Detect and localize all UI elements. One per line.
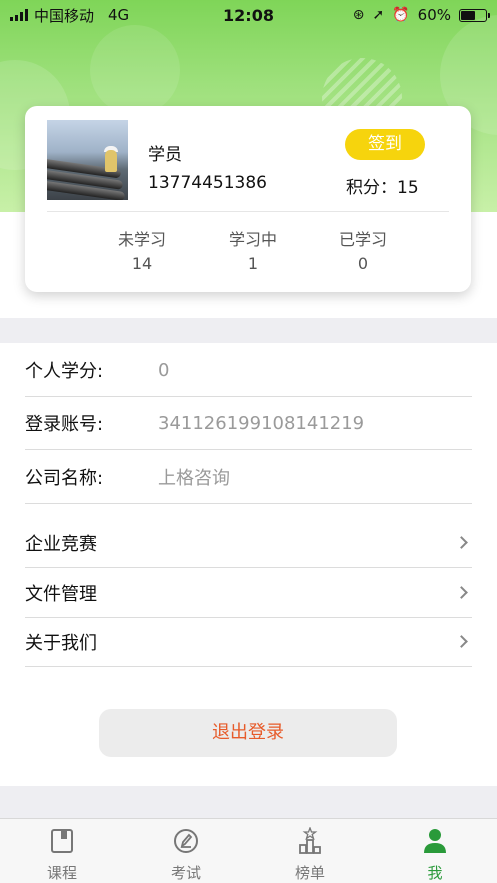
menu-item-competition[interactable]: 企业竞赛 <box>25 518 472 568</box>
orientation-lock-icon: ⊛ <box>352 7 365 23</box>
user-phone: 13774451386 <box>148 173 267 193</box>
menu-item-files[interactable]: 文件管理 <box>25 568 472 618</box>
tab-label: 我 <box>427 864 443 882</box>
stat-value: 1 <box>247 254 259 273</box>
book-icon <box>51 829 73 853</box>
menu-label: 文件管理 <box>25 583 97 605</box>
stat-label: 已学习 <box>338 230 387 249</box>
decor-bubble <box>90 25 180 115</box>
tab-courses[interactable]: 课程 <box>0 819 124 883</box>
battery-percent: 60% <box>417 6 451 24</box>
points: 积分：15 <box>346 173 419 198</box>
points-value: 15 <box>397 178 419 198</box>
stat-label: 未学习 <box>117 230 166 249</box>
menu-label: 关于我们 <box>25 632 97 654</box>
avatar[interactable] <box>47 120 128 200</box>
carrier-name: 中国移动 <box>34 6 95 25</box>
stat-not-started[interactable]: 未学习 14 <box>102 226 182 273</box>
points-label: 积分： <box>346 178 397 198</box>
pencil-circle-icon <box>174 829 198 853</box>
menu-item-about[interactable]: 关于我们 <box>25 617 472 667</box>
tab-exam[interactable]: 考试 <box>124 819 248 883</box>
profile-card: 学员 13774451386 签到 积分：15 未学习 14 学习中 1 已学习… <box>25 106 471 292</box>
tab-ranking[interactable]: 榜单 <box>248 819 372 883</box>
menu-label: 企业竞赛 <box>25 533 97 555</box>
info-label: 登录账号: <box>25 414 104 435</box>
info-label: 个人学分: <box>25 361 104 382</box>
logout-button[interactable]: 退出登录 <box>99 709 397 757</box>
tab-label: 课程 <box>46 864 77 882</box>
user-role: 学员 <box>148 145 182 165</box>
network-type: 4G <box>108 6 130 24</box>
info-value: 341126199108141219 <box>158 412 365 434</box>
location-icon: ➚ <box>372 7 385 23</box>
info-row-credits: 个人学分: 0 <box>25 344 472 397</box>
stat-in-progress[interactable]: 学习中 1 <box>213 226 293 273</box>
person-icon <box>424 829 446 853</box>
info-row-account: 登录账号: 341126199108141219 <box>25 397 472 450</box>
podium-star-icon <box>299 827 321 854</box>
stat-completed[interactable]: 已学习 0 <box>323 226 403 273</box>
tab-bar: 课程 考试 榜单 我 <box>0 818 497 883</box>
checkin-button[interactable]: 签到 <box>345 129 425 160</box>
signal-icon <box>10 9 28 21</box>
info-label: 公司名称: <box>25 468 104 489</box>
card-divider <box>47 211 449 212</box>
bottom-separator <box>0 786 497 818</box>
tab-label: 榜单 <box>294 864 325 882</box>
chevron-right-icon <box>455 536 468 549</box>
battery-icon <box>459 8 490 22</box>
info-value: 0 <box>158 359 170 381</box>
chevron-right-icon <box>455 635 468 648</box>
info-row-company: 公司名称: 上格咨询 <box>25 451 472 504</box>
alarm-icon: ⏰ <box>392 7 410 23</box>
stat-value: 0 <box>357 254 369 273</box>
tab-label: 考试 <box>170 864 201 882</box>
chevron-right-icon <box>455 586 468 599</box>
stat-value: 14 <box>131 254 153 273</box>
status-bar: 中国移动 4G 12:08 ⊛ ➚ ⏰ 60% <box>0 0 497 30</box>
tab-me[interactable]: 我 <box>373 819 497 883</box>
section-separator <box>0 318 497 343</box>
stat-label: 学习中 <box>228 230 277 249</box>
info-value: 上格咨询 <box>158 468 230 489</box>
status-right: ⊛ ➚ ⏰ 60% <box>352 6 490 24</box>
